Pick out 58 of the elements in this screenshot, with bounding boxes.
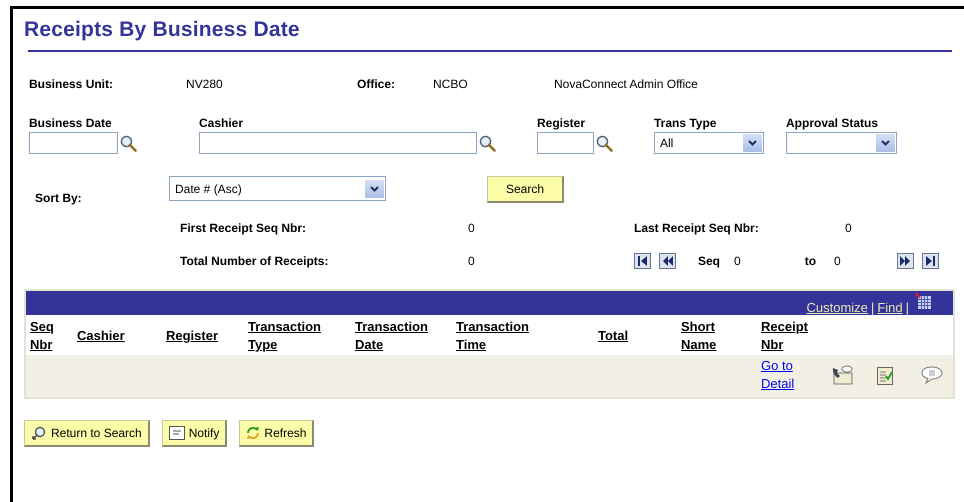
field-label: Register (537, 116, 586, 130)
column-header[interactable]: Seq Nbr (30, 318, 77, 354)
toolbar-button[interactable]: Notify (162, 420, 228, 447)
column-header[interactable]: Short Name (681, 318, 761, 354)
lookup-field[interactable] (199, 132, 477, 154)
field-value: 0 (468, 254, 476, 268)
field-label: First Receipt Seq Nbr: (180, 221, 308, 235)
toolbar-button[interactable]: Refresh (239, 420, 314, 447)
field-label: Total Number of Receipts: (180, 254, 330, 268)
field-label: Business Date (29, 116, 113, 130)
field-label: Cashier (199, 116, 244, 130)
field-label: Office: (357, 77, 396, 91)
column-header[interactable]: Register (166, 327, 248, 345)
seq-to: 0 (834, 254, 841, 268)
field-label: Last Receipt Seq Nbr: (634, 221, 760, 235)
field-label: Approval Status (786, 116, 880, 130)
lookup-search-icon[interactable] (479, 134, 496, 152)
lookup-search-icon[interactable] (596, 134, 613, 152)
column-header[interactable]: Transaction Type (248, 318, 355, 354)
envelope-icon (168, 426, 185, 440)
toolbar-button[interactable]: Return to Search (24, 420, 150, 447)
dropdown[interactable]: All (654, 132, 764, 154)
search-button[interactable]: Search (487, 176, 564, 203)
field-value: 0 (845, 221, 853, 235)
lookup-field[interactable] (537, 132, 594, 154)
spreadsheet-icon[interactable] (915, 293, 931, 309)
field-value: 0 (468, 221, 476, 235)
column-header[interactable]: Receipt Nbr (761, 318, 831, 354)
field-value: NovaConnect Admin Office (554, 77, 699, 91)
grid-link[interactable]: Customize (806, 300, 868, 315)
lookup-field[interactable] (29, 132, 118, 154)
magnifier-icon (31, 426, 47, 440)
previous-page-icon[interactable] (659, 253, 676, 269)
field-label: Business Unit: (29, 77, 114, 91)
lookup-search-icon[interactable] (120, 134, 137, 152)
sort-dropdown[interactable]: Date # (Asc) (169, 176, 386, 201)
field-label: Trans Type (654, 116, 718, 130)
seq-from: 0 (734, 254, 741, 268)
speech-bubble-icon[interactable] (921, 366, 943, 384)
grid-link[interactable]: Find (877, 300, 903, 315)
page-title: Receipts By Business Date (24, 18, 301, 42)
last-page-icon[interactable] (922, 253, 939, 269)
column-header[interactable]: Total (598, 327, 681, 345)
column-header[interactable]: Transaction Date (355, 318, 456, 354)
next-page-icon[interactable] (896, 253, 914, 269)
link-separator: | (906, 300, 909, 315)
to-label: to (804, 254, 816, 268)
seq-label: Seq (698, 254, 720, 268)
field-value: NCBO (433, 77, 469, 91)
checklist-icon[interactable] (876, 365, 894, 385)
first-page-icon[interactable] (634, 253, 651, 269)
field-value: NV280 (186, 77, 224, 91)
detail-link[interactable]: Go to Detail (761, 357, 831, 393)
field-label: Sort By: (35, 191, 83, 205)
refresh-icon (246, 426, 260, 440)
link-separator: | (870, 300, 874, 315)
column-header[interactable]: Transaction Time (456, 318, 598, 354)
column-header[interactable]: Cashier (77, 327, 166, 345)
